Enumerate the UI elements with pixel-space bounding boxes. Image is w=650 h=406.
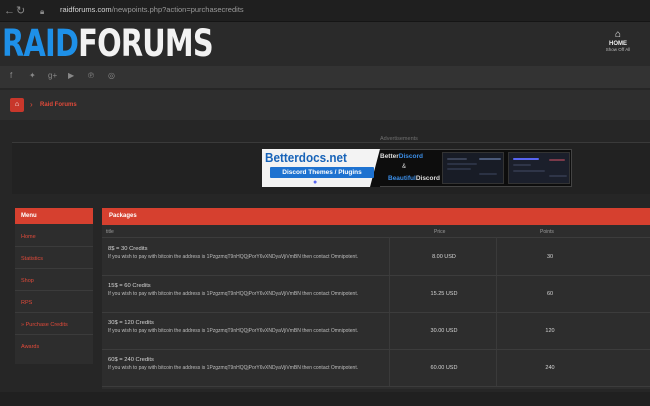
menu-panel [15, 224, 93, 364]
ad-ampersand: & [402, 164, 407, 170]
ad-title: Betterdocs.net [265, 150, 347, 165]
package-price: 8.00 USD [432, 254, 456, 260]
site-logo[interactable]: RAIDFORUMS [2, 22, 214, 65]
menu-divider [15, 334, 93, 335]
discord-icon: ● [313, 179, 318, 186]
back-arrow-icon[interactable]: ← [4, 4, 15, 18]
social-bar: f ✦ g+ ▶ ℗ ◎ [0, 66, 650, 88]
package-title: 15$ = 60 Credits [108, 283, 151, 289]
menu-divider [15, 268, 93, 269]
ad-tagline-bottom-a: Beautiful [388, 175, 416, 182]
column-header-points: Points [540, 229, 554, 235]
package-points: 30 [546, 254, 554, 260]
url-domain: raidforums.com [60, 5, 112, 14]
breadcrumb-bar [0, 90, 650, 120]
package-points: 60 [546, 291, 554, 297]
facebook-icon[interactable]: f [10, 71, 12, 80]
menu-divider [15, 290, 93, 291]
package-description: If you wish to pay with bitcoin the addr… [108, 291, 359, 297]
dribbble-icon[interactable]: ◎ [108, 71, 115, 80]
package-price: 30.00 USD [430, 328, 458, 334]
package-description: If you wish to pay with bitcoin the addr… [108, 328, 359, 334]
package-title: 60$ = 240 Credits [108, 357, 154, 363]
table-row-divider [102, 275, 650, 276]
menu-item-awards[interactable]: Awards [21, 344, 39, 350]
package-points: 120 [545, 328, 555, 334]
reload-icon[interactable]: ↻ [16, 4, 25, 18]
youtube-icon[interactable]: ▶ [68, 71, 74, 80]
ad-tagline-top-a: Better [380, 153, 399, 160]
ad-tagline-top-b: Discord [398, 153, 423, 160]
address-field[interactable]: raidforums.com/newpoints.php?action=purc… [60, 5, 244, 14]
pinterest-icon[interactable]: ℗ [88, 71, 94, 80]
table-row-divider [102, 349, 650, 350]
column-header-price: Price [434, 229, 446, 235]
menu-item-purchase-credits[interactable]: » Purchase Credits [21, 322, 68, 328]
home-sublabel: Show Off All [605, 47, 631, 52]
table-row-divider [102, 312, 650, 313]
menu-item-rps[interactable]: RPS [21, 300, 32, 306]
menu-item-statistics[interactable]: Statistics [21, 256, 43, 262]
ad-screenshot-2 [508, 152, 570, 184]
column-header-title: title [106, 229, 114, 235]
table-header-divider [102, 237, 650, 238]
breadcrumb-chevron-icon: › [30, 100, 33, 109]
ad-tagline-bottom: BeautifulDiscord [388, 175, 440, 182]
logo-part-forums: FORUMS [78, 22, 214, 65]
package-title: 8$ = 30 Credits [108, 246, 148, 252]
menu-item-shop[interactable]: Shop [21, 278, 34, 284]
table-row-divider [102, 386, 650, 387]
package-points: 240 [545, 365, 555, 371]
menu-item-home[interactable]: Home [21, 234, 36, 240]
home-link[interactable]: ⌂ HOME Show Off All [594, 29, 642, 53]
packages-heading: Packages [102, 208, 650, 225]
package-price: 15.25 USD [430, 291, 458, 297]
browser-url-bar: ← ↻ 🔒︎ raidforums.com/newpoints.php?acti… [0, 0, 650, 22]
menu-divider [15, 312, 93, 313]
ad-screenshot-1 [442, 152, 504, 184]
ad-tagline-top: BetterDiscord [380, 153, 423, 160]
lock-icon: 🔒︎ [40, 7, 45, 16]
package-description: If you wish to pay with bitcoin the addr… [108, 365, 359, 371]
breadcrumb-current[interactable]: Raid Forums [40, 102, 77, 108]
menu-divider [15, 246, 93, 247]
twitter-icon[interactable]: ✦ [29, 71, 36, 80]
ad-subtitle: Discord Themes / Plugins [270, 167, 374, 178]
package-price: 60.00 USD [430, 365, 458, 371]
breadcrumb-home-icon[interactable]: ⌂ [10, 98, 24, 112]
package-title: 30$ = 120 Credits [108, 320, 154, 326]
menu-heading: Menu [15, 208, 93, 224]
url-path: /newpoints.php?action=purchasecredits [111, 5, 244, 14]
package-description: If you wish to pay with bitcoin the addr… [108, 254, 359, 260]
page-bottom-shade [0, 392, 650, 406]
home-icon: ⌂ [614, 29, 622, 40]
google-plus-icon[interactable]: g+ [48, 71, 57, 80]
ad-tagline-bottom-b: Discord [415, 175, 441, 182]
logo-part-raid: RAID [2, 22, 79, 65]
